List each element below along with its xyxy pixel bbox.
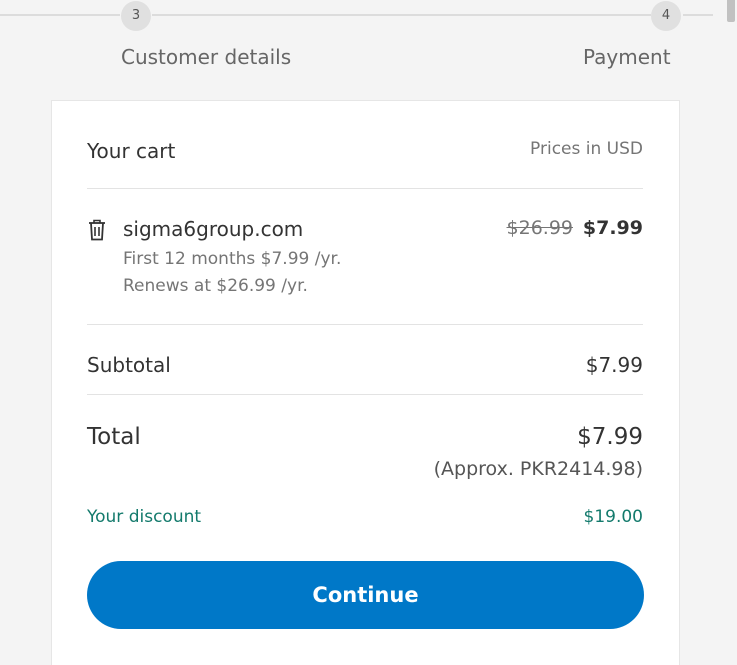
trash-icon[interactable] <box>87 219 107 241</box>
divider <box>87 394 643 395</box>
cart-item: sigma6group.com First 12 months $7.99 /y… <box>87 217 643 307</box>
original-price: $26.99 <box>506 217 573 239</box>
stepper-line-right <box>683 14 713 16</box>
discount-label: Your discount <box>87 507 202 527</box>
total-label: Total <box>87 424 141 450</box>
subtotal-label: Subtotal <box>87 353 171 377</box>
total-row: Total $7.99 (Approx. PKR2414.98) <box>87 424 643 488</box>
total-value: $7.99 <box>577 424 643 450</box>
step-3-label: Customer details <box>121 45 292 69</box>
checkout-page: 3 4 Customer details Payment Your cart P… <box>0 0 737 665</box>
step-4-label: Payment <box>583 45 671 69</box>
item-price: $7.99 <box>582 217 643 239</box>
scrollbar-thumb[interactable] <box>727 0 735 22</box>
step-3-circle[interactable]: 3 <box>121 1 151 31</box>
approx-local-price: (Approx. PKR2414.98) <box>433 458 643 480</box>
term-renewal: Renews at $26.99 /yr. <box>123 276 308 296</box>
subtotal-value: $7.99 <box>585 353 643 377</box>
step-4-circle[interactable]: 4 <box>651 1 681 31</box>
cart-card: Your cart Prices in USD sigma6group.com … <box>51 100 680 665</box>
subtotal-row: Subtotal $7.99 <box>87 353 643 381</box>
discount-row: Your discount $19.00 <box>87 507 643 531</box>
cart-header: Your cart Prices in USD <box>87 139 643 167</box>
scrollbar[interactable] <box>725 0 737 665</box>
divider <box>87 188 643 189</box>
continue-button[interactable]: Continue <box>87 561 644 629</box>
cart-title: Your cart <box>87 139 176 163</box>
divider <box>87 324 643 325</box>
term-first-year: First 12 months $7.99 /yr. <box>123 249 342 269</box>
domain-name: sigma6group.com <box>123 217 304 241</box>
currency-note: Prices in USD <box>530 139 643 159</box>
stepper-line-middle <box>152 14 651 16</box>
stepper-line-left <box>0 14 120 16</box>
discount-value: $19.00 <box>583 507 643 527</box>
